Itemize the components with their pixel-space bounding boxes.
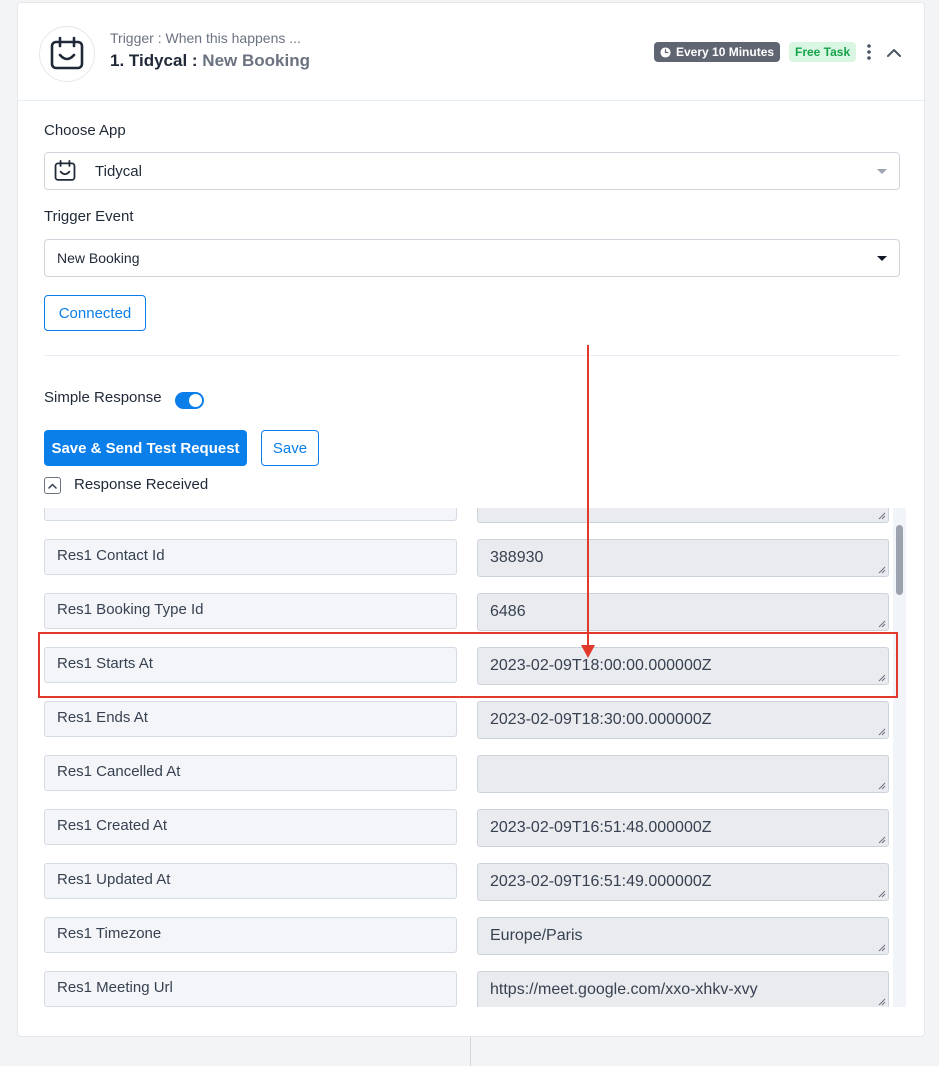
resize-handle-icon[interactable]	[878, 782, 886, 790]
response-row: Res1 Created At 2023-02-09T16:51:48.00000…	[44, 809, 906, 847]
resize-handle-icon[interactable]	[878, 674, 886, 682]
response-value-text: Europe/Paris	[490, 927, 583, 944]
interval-badge: Every 10 Minutes	[654, 42, 781, 62]
response-key-field[interactable]: Res1 Id	[44, 508, 457, 521]
trigger-event-name: New Booking	[202, 51, 310, 70]
choose-app-label: Choose App	[44, 122, 126, 139]
response-key-field[interactable]: Res1 Starts At	[44, 647, 457, 683]
clock-icon	[660, 46, 671, 58]
more-options-button[interactable]	[862, 41, 876, 63]
response-key-field[interactable]: Res1 Meeting Url	[44, 971, 457, 1007]
calendar-smile-icon	[50, 36, 84, 70]
response-row: Res1 Id 382115	[44, 508, 906, 523]
response-row: Res1 Ends At 2023-02-09T18:30:00.000000Z	[44, 701, 906, 739]
response-list[interactable]: Res1 Id 382115 Res1 Contact Id 388930 Res1 B…	[44, 508, 906, 1007]
response-value-field[interactable]: 2023-02-09T18:30:00.000000Z	[477, 701, 889, 739]
response-row: Res1 Booking Type Id 6486	[44, 593, 906, 631]
choose-app-select[interactable]: Tidycal	[44, 152, 900, 190]
chevron-down-icon	[877, 256, 887, 261]
response-row: Res1 Starts At 2023-02-09T18:00:00.000000…	[44, 647, 906, 685]
trigger-header[interactable]: Trigger : When this happens ... 1. Tidyc…	[18, 3, 924, 101]
response-value-field[interactable]: Europe/Paris	[477, 917, 889, 955]
response-value-field[interactable]: 2023-02-09T16:51:48.000000Z	[477, 809, 889, 847]
trigger-event-value: New Booking	[57, 250, 140, 266]
response-value-field[interactable]: https://meet.google.com/xxo-xhkv-xvy	[477, 971, 889, 1007]
response-row: Res1 Cancelled At	[44, 755, 906, 793]
toggle-knob	[189, 394, 202, 407]
choose-app-value: Tidycal	[95, 162, 142, 180]
response-key-field[interactable]: Res1 Cancelled At	[44, 755, 457, 791]
response-row: Res1 Contact Id 388930	[44, 539, 906, 577]
trigger-event-select[interactable]: New Booking	[44, 239, 900, 277]
resize-handle-icon[interactable]	[878, 728, 886, 736]
response-value-field[interactable]: 382115	[477, 508, 889, 523]
scrollbar-thumb[interactable]	[896, 525, 903, 595]
trigger-card: Trigger : When this happens ... 1. Tidyc…	[17, 2, 925, 1037]
chevron-up-icon	[48, 482, 57, 489]
response-value-text: 6486	[490, 603, 526, 620]
response-value-field[interactable]: 6486	[477, 593, 889, 631]
simple-response-toggle[interactable]	[175, 392, 204, 409]
response-value-text: 2023-02-09T18:30:00.000000Z	[490, 711, 712, 728]
response-key-field[interactable]: Res1 Updated At	[44, 863, 457, 899]
resize-handle-icon[interactable]	[878, 566, 886, 574]
chevron-down-icon	[877, 169, 887, 174]
free-task-badge: Free Task	[789, 42, 857, 62]
response-value-text: 2023-02-09T16:51:49.000000Z	[490, 873, 712, 890]
trigger-caption: Trigger : When this happens ...	[110, 30, 301, 46]
resize-handle-icon[interactable]	[878, 998, 886, 1006]
response-key-field[interactable]: Res1 Ends At	[44, 701, 457, 737]
response-value-text: https://meet.google.com/xxo-xhkv-xvy	[490, 981, 758, 998]
response-value-text: 2023-02-09T16:51:48.000000Z	[490, 819, 712, 836]
trigger-event-label: Trigger Event	[44, 208, 134, 225]
flow-connector	[470, 1037, 471, 1066]
response-value-text: 382115	[490, 508, 542, 512]
resize-handle-icon[interactable]	[878, 836, 886, 844]
response-received-label: Response Received	[74, 476, 209, 493]
trigger-title: 1. Tidycal : New Booking	[110, 51, 310, 71]
resize-handle-icon[interactable]	[878, 512, 886, 520]
resize-handle-icon[interactable]	[878, 620, 886, 628]
calendar-smile-icon	[54, 160, 76, 181]
connected-button[interactable]: Connected	[44, 295, 146, 331]
step-prefix: 1. Tidycal :	[110, 51, 198, 70]
simple-response-label: Simple Response	[44, 389, 162, 406]
response-collapse-toggle[interactable]	[44, 477, 61, 494]
resize-handle-icon[interactable]	[878, 944, 886, 952]
save-and-send-test-button[interactable]: Save & Send Test Request	[44, 430, 247, 466]
section-divider	[44, 355, 900, 356]
response-key-field[interactable]: Res1 Timezone	[44, 917, 457, 953]
response-key-field[interactable]: Res1 Created At	[44, 809, 457, 845]
response-row: Res1 Updated At 2023-02-09T16:51:49.00000…	[44, 863, 906, 901]
response-key-field[interactable]: Res1 Contact Id	[44, 539, 457, 575]
collapse-button[interactable]	[883, 41, 905, 63]
response-value-field[interactable]: 2023-02-09T16:51:49.000000Z	[477, 863, 889, 901]
kebab-menu-icon	[867, 44, 871, 60]
response-row: Res1 Meeting Url https://meet.google.com/…	[44, 971, 906, 1007]
response-key-field[interactable]: Res1 Booking Type Id	[44, 593, 457, 629]
tidycal-logo	[39, 26, 95, 82]
save-button[interactable]: Save	[261, 430, 319, 466]
response-value-text: 2023-02-09T18:00:00.000000Z	[490, 657, 712, 674]
response-row: Res1 Timezone Europe/Paris	[44, 917, 906, 955]
response-value-text: 388930	[490, 549, 544, 566]
chevron-up-icon	[887, 48, 901, 57]
resize-handle-icon[interactable]	[878, 890, 886, 898]
response-value-field[interactable]	[477, 755, 889, 793]
response-value-field[interactable]: 388930	[477, 539, 889, 577]
response-value-field[interactable]: 2023-02-09T18:00:00.000000Z	[477, 647, 889, 685]
interval-badge-label: Every 10 Minutes	[676, 45, 775, 59]
